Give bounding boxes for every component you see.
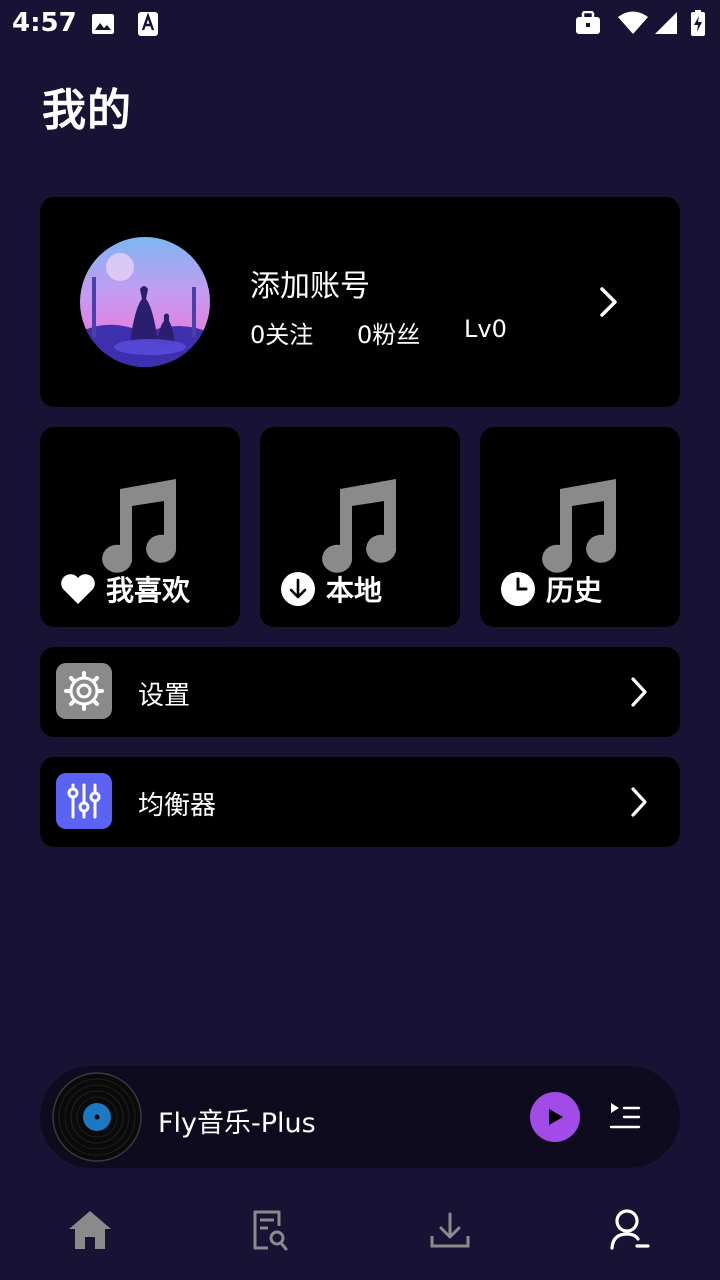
nav-profile[interactable] xyxy=(600,1200,660,1260)
music-note-icon xyxy=(542,479,617,573)
tile-favorites[interactable]: 我喜欢 xyxy=(40,427,240,627)
music-note-icon xyxy=(102,479,177,573)
search-doc-icon xyxy=(253,1210,288,1251)
user-icon xyxy=(610,1209,650,1250)
chevron-right-icon xyxy=(631,677,647,707)
playlist-queue-icon[interactable] xyxy=(608,1100,642,1132)
settings-row[interactable]: 设置 xyxy=(40,647,680,737)
settings-label: 设置 xyxy=(138,681,191,711)
play-button[interactable] xyxy=(530,1092,580,1142)
wifi-icon xyxy=(618,11,648,34)
download-icon xyxy=(430,1212,470,1248)
player-title[interactable]: Fly音乐-Plus xyxy=(158,1101,316,1140)
briefcase-icon xyxy=(576,11,600,34)
status-time: 4:57 xyxy=(12,8,77,38)
status-bar: 4:57 xyxy=(0,0,720,48)
tile-history[interactable]: 历史 xyxy=(480,427,680,627)
followers-count[interactable]: 0粉丝 xyxy=(357,315,420,350)
nav-search[interactable] xyxy=(240,1200,300,1260)
vinyl-disc-icon[interactable] xyxy=(52,1072,142,1162)
mini-player[interactable]: Fly音乐-Plus xyxy=(40,1066,680,1168)
chevron-right-icon xyxy=(631,787,647,817)
equalizer-icon xyxy=(56,773,112,829)
tile-label-row: 我喜欢 xyxy=(60,569,190,609)
gear-icon xyxy=(56,663,112,719)
download-circle-icon xyxy=(281,572,315,606)
a-notification-icon xyxy=(138,12,158,36)
avatar[interactable] xyxy=(80,237,210,367)
screen: 4:57 我的 添加账号 0关注 0粉丝 Lv0 我喜欢 本地 历史 设置 均衡… xyxy=(0,0,720,1280)
tile-history-label: 历史 xyxy=(546,574,603,607)
account-name[interactable]: 添加账号 xyxy=(250,261,370,305)
tile-label-row: 本地 xyxy=(280,569,382,609)
account-card[interactable]: 添加账号 0关注 0粉丝 Lv0 xyxy=(40,197,680,407)
heart-icon xyxy=(61,574,95,604)
image-icon xyxy=(92,14,114,34)
home-icon xyxy=(69,1211,111,1249)
signal-icon xyxy=(655,12,677,34)
level-badge: Lv0 xyxy=(464,315,507,343)
equalizer-label: 均衡器 xyxy=(138,791,217,821)
music-note-icon xyxy=(322,479,397,573)
clock-icon xyxy=(501,572,535,606)
equalizer-row[interactable]: 均衡器 xyxy=(40,757,680,847)
battery-charging-icon xyxy=(691,10,705,36)
tile-local[interactable]: 本地 xyxy=(260,427,460,627)
tile-local-label: 本地 xyxy=(326,574,383,607)
bottom-nav xyxy=(0,1190,720,1280)
tile-label-row: 历史 xyxy=(500,569,602,609)
nav-home[interactable] xyxy=(60,1200,120,1260)
page-title: 我的 xyxy=(42,85,132,136)
tile-favorites-label: 我喜欢 xyxy=(106,574,191,607)
play-icon xyxy=(549,1109,563,1125)
nav-download[interactable] xyxy=(420,1200,480,1260)
following-count[interactable]: 0关注 xyxy=(250,315,313,350)
chevron-right-icon[interactable] xyxy=(596,283,622,321)
